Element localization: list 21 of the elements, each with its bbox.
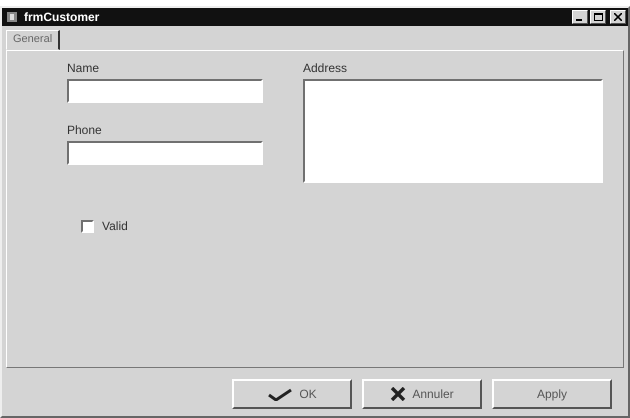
input-field[interactable]: [67, 141, 263, 165]
checkbox[interactable]: [81, 220, 94, 232]
close-button[interactable]: [610, 10, 626, 24]
address-field[interactable]: [303, 79, 603, 183]
ok-button[interactable]: OK: [232, 379, 352, 409]
input-field[interactable]: [67, 79, 263, 103]
tab[interactable]: General: [6, 30, 60, 50]
cancel-button[interactable]: Annuler: [362, 379, 482, 409]
maximize-icon: [594, 13, 602, 21]
checkbox-label: Valid: [102, 219, 128, 233]
field-label: Address: [303, 61, 348, 75]
apply-button[interactable]: Apply: [492, 379, 612, 409]
checkmark-icon: [267, 387, 294, 401]
close-icon: [390, 387, 406, 401]
app-icon: [6, 11, 18, 23]
minimize-button[interactable]: [572, 10, 588, 24]
window-title: frmCustomer: [24, 10, 100, 24]
maximize-button[interactable]: [590, 10, 606, 24]
field-label: Phone: [67, 123, 103, 137]
close-icon: [614, 13, 622, 21]
field-label: Name: [67, 61, 100, 75]
